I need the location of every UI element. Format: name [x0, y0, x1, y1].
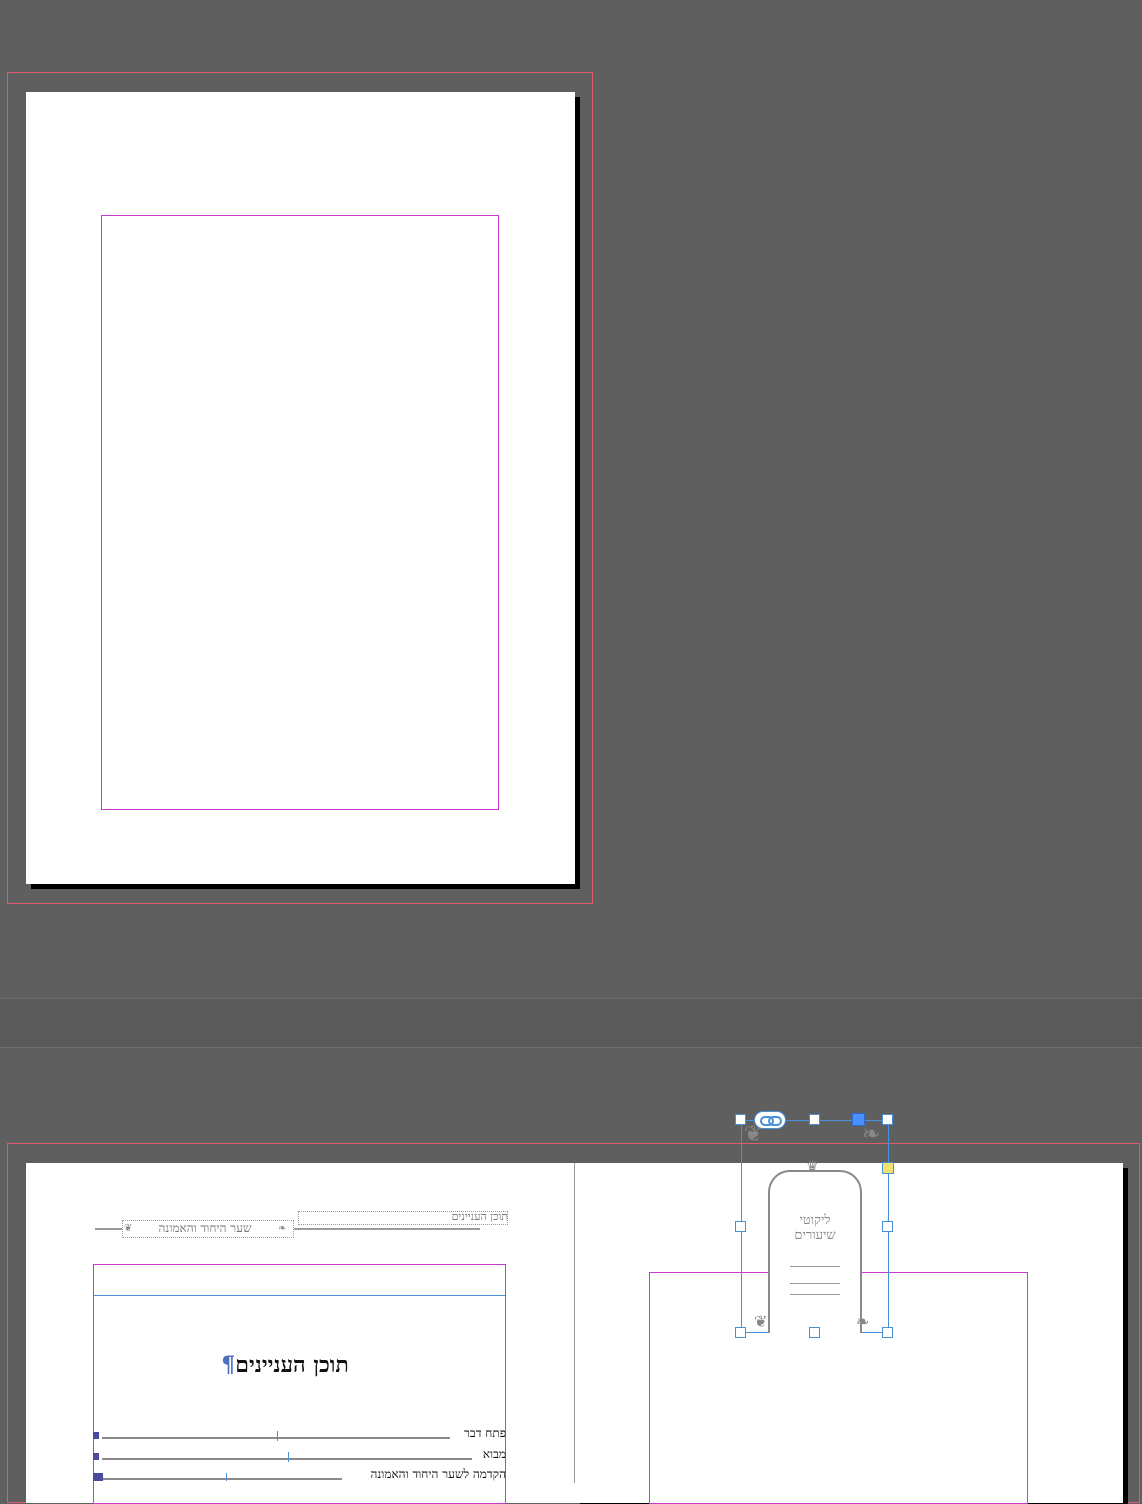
cover-crown-icon: ♛: [806, 1159, 819, 1175]
toc-leader-line: [102, 1458, 472, 1460]
resize-handle-bottom-center[interactable]: [809, 1327, 820, 1338]
resize-handle-top-left[interactable]: [735, 1114, 746, 1125]
toc-anchor-marker: [93, 1453, 99, 1460]
resize-handle-middle-right[interactable]: [882, 1221, 893, 1232]
cover-rule: [790, 1294, 840, 1295]
toc-anchor-marker: [93, 1473, 103, 1481]
resize-handle-top-center[interactable]: [809, 1114, 820, 1125]
resize-handle-top-right[interactable]: [882, 1114, 893, 1125]
link-icon[interactable]: [754, 1111, 786, 1129]
toc-tab-marker: [288, 1452, 289, 1462]
text-frame-top-edge: [94, 1295, 505, 1296]
cover-rule: [790, 1283, 840, 1284]
page1-margin-guide: [101, 215, 499, 810]
cover-arch-frame: [768, 1170, 862, 1333]
section-header-title: שער היחוד והאמונה: [158, 1221, 252, 1235]
cover-ornament-bottom-right-icon: ❧: [856, 1312, 870, 1331]
running-header-title: תוכן העניינים: [451, 1210, 508, 1223]
cover-rule: [790, 1266, 840, 1267]
cover-title-line2: שיעורים: [794, 1228, 836, 1243]
spine-line: [574, 1163, 575, 1483]
toc-anchor-marker: [93, 1432, 99, 1439]
link-chain-icon: [760, 1116, 782, 1126]
ornament-right-icon: ❧: [278, 1223, 287, 1234]
toc-entry-label: הקדמה לשער היחוד והאמונה: [370, 1467, 506, 1481]
ornament-left-icon: ❦: [124, 1223, 133, 1234]
pilcrow-mark: ¶: [221, 1352, 236, 1378]
toc-leader-line: [102, 1478, 342, 1480]
toc-tab-marker: [277, 1431, 278, 1441]
content-grabber-handle[interactable]: [852, 1113, 865, 1126]
resize-handle-bottom-right[interactable]: [882, 1327, 893, 1338]
resize-handle-middle-left[interactable]: [735, 1221, 746, 1232]
resize-handle-bottom-left[interactable]: [735, 1327, 746, 1338]
cover-ornament-bottom-left-icon: ❦: [754, 1312, 768, 1331]
cover-title-line1: ליקוטי: [799, 1213, 831, 1228]
live-corner-handle[interactable]: [882, 1162, 894, 1174]
toc-title: תוכן העניינים¶: [200, 1352, 370, 1378]
toc-tab-marker: [226, 1473, 227, 1481]
toc-title-text: תוכן העניינים: [235, 1352, 349, 1378]
toc-leader-line: [102, 1437, 450, 1439]
spread-divider: [0, 998, 1142, 1048]
